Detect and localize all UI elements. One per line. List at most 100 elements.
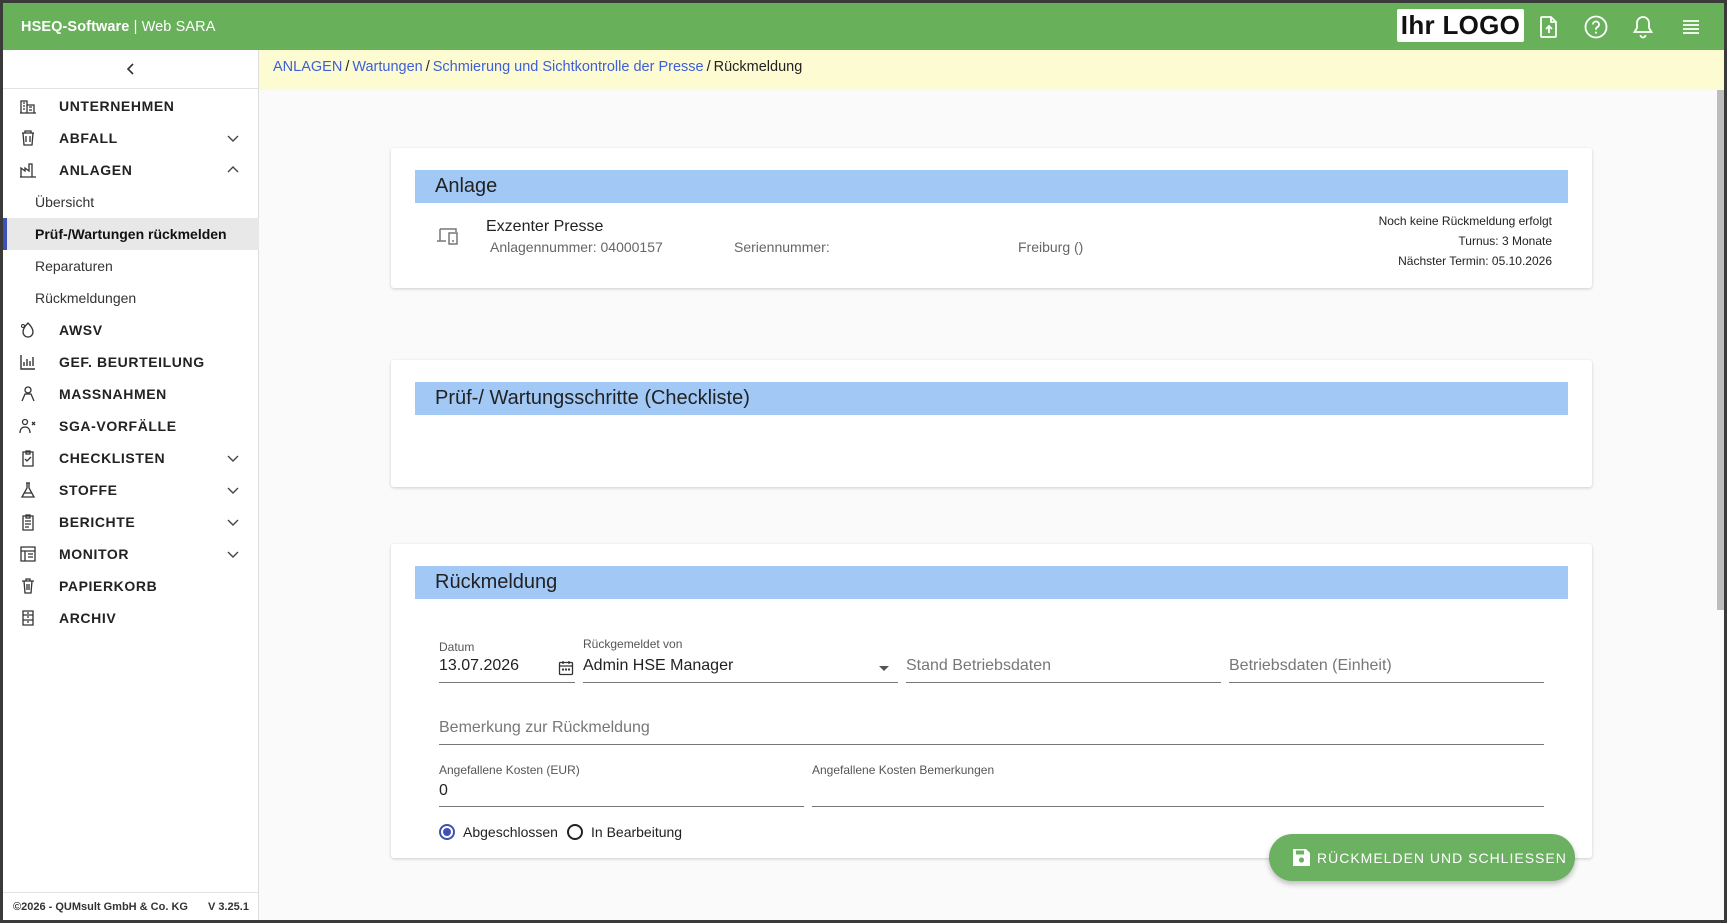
sidebar-item-massnahmen[interactable]: MASSNAHMEN <box>3 378 259 410</box>
sidebar-item-gef-beurteilung[interactable]: GEF. BEURTEILUNG <box>3 346 259 378</box>
sidebar-item-label: ANLAGEN <box>59 162 133 178</box>
sidebar-item-anlagen[interactable]: ANLAGEN <box>3 154 259 186</box>
sidebar-item-papierkorb[interactable]: PAPIERKORB <box>3 570 259 602</box>
chevron-down-icon <box>227 455 239 462</box>
sidebar: UNTERNEHMEN ABFALL ANLAGEN Übersicht Prü… <box>3 50 259 920</box>
footer-copyright: ©2026 - QUMsult GmbH & Co. KG <box>13 901 188 913</box>
reported-by-select[interactable]: Admin HSE Manager <box>583 657 733 675</box>
sidebar-item-stoffe[interactable]: STOFFE <box>3 474 259 506</box>
status-radio-in-progress[interactable]: In Bearbeitung <box>567 824 682 840</box>
breadcrumb-link-wartungen[interactable]: Wartungen <box>352 59 422 75</box>
sidebar-item-sga-vorfaelle[interactable]: SGA-VORFÄLLE <box>3 410 259 442</box>
sidebar-item-label: AWSV <box>59 322 103 338</box>
anlage-location: Freiburg () <box>1018 239 1084 255</box>
sidebar-item-archiv[interactable]: ARCHIV <box>3 602 259 634</box>
breadcrumb-current: Rückmeldung <box>713 59 803 75</box>
calendar-icon[interactable] <box>558 660 574 676</box>
operating-unit-field[interactable]: Betriebsdaten (Einheit) <box>1229 657 1392 675</box>
sidebar-item-label: PAPIERKORB <box>59 578 158 594</box>
anlage-status: Noch keine Rückmeldung erfolgt <box>1378 214 1552 228</box>
operating-data-field[interactable]: Stand Betriebsdaten <box>906 657 1051 675</box>
sidebar-item-label: BERICHTE <box>59 514 136 530</box>
main-content: Anlage Exzenter Presse Anlagennummer: 04… <box>259 90 1724 920</box>
menu-icon[interactable] <box>1678 14 1704 40</box>
sidebar-item-awsv[interactable]: AWSV <box>3 314 259 346</box>
sidebar-item-label: ABFALL <box>59 130 118 146</box>
checklist-heading: Prüf-/ Wartungsschritte (Checkliste) <box>415 382 1568 415</box>
anlage-name: Exzenter Presse <box>486 218 604 235</box>
flask-icon <box>20 482 36 498</box>
sidebar-item-unternehmen[interactable]: UNTERNEHMEN <box>3 90 259 122</box>
date-label: Datum <box>439 640 475 654</box>
sidebar-nav: UNTERNEHMEN ABFALL ANLAGEN Übersicht Prü… <box>3 90 259 634</box>
radio-unselected-icon <box>567 824 583 840</box>
submit-and-close-button[interactable]: RÜCKMELDEN UND SCHLIESSEN <box>1269 834 1575 881</box>
chevron-down-icon <box>227 519 239 526</box>
monitor-icon <box>20 546 36 562</box>
feedback-heading: Rückmeldung <box>415 566 1568 599</box>
sidebar-subitem-pruef-wartungen[interactable]: Prüf-/Wartungen rückmelden <box>3 218 259 250</box>
radio-done-label: Abgeschlossen <box>463 824 558 840</box>
trash-icon <box>22 578 34 594</box>
sidebar-item-label: MONITOR <box>59 546 130 562</box>
report-icon <box>22 514 34 531</box>
sidebar-item-label: GEF. BEURTEILUNG <box>59 354 205 370</box>
chevron-down-icon <box>227 551 239 558</box>
waste-icon <box>22 130 34 146</box>
remark-field[interactable]: Bemerkung zur Rückmeldung <box>439 719 650 737</box>
chevron-up-icon <box>227 166 239 173</box>
radio-progress-label: In Bearbeitung <box>591 824 683 840</box>
sidebar-item-label: ARCHIV <box>59 610 117 626</box>
chevron-down-icon <box>227 487 239 494</box>
feedback-card: Rückmeldung Datum 13.07.2026 Rückgemelde… <box>391 544 1592 858</box>
sidebar-item-label: CHECKLISTEN <box>59 450 166 466</box>
sidebar-item-berichte[interactable]: BERICHTE <box>3 506 259 538</box>
sidebar-item-label: STOFFE <box>59 482 118 498</box>
anlage-next-date: Nächster Termin: 05.10.2026 <box>1398 254 1552 268</box>
sidebar-subitem-rueckmeldungen[interactable]: Rückmeldungen <box>3 282 259 314</box>
brand-product: Web SARA <box>141 19 216 35</box>
radio-selected-icon <box>439 824 455 840</box>
sidebar-item-checklisten[interactable]: CHECKLISTEN <box>3 442 259 474</box>
measures-icon <box>21 386 35 402</box>
help-icon[interactable] <box>1583 14 1609 40</box>
checklist-icon <box>22 450 34 467</box>
brand-name: HSEQ-Software <box>21 19 130 35</box>
chevron-left-icon <box>126 63 134 75</box>
awsv-icon <box>20 322 34 338</box>
anlage-turnus: Turnus: 3 Monate <box>1458 234 1552 248</box>
archive-icon <box>22 610 34 626</box>
anlage-serial: Seriennummer: <box>734 239 830 255</box>
checklist-card: Prüf-/ Wartungsschritte (Checkliste) <box>391 360 1592 487</box>
breadcrumb-link-anlagen[interactable]: ANLAGEN <box>273 59 342 75</box>
sidebar-subitem-uebersicht[interactable]: Übersicht <box>3 186 259 218</box>
anlage-number: Anlagennummer: 04000157 <box>490 239 663 255</box>
risk-icon <box>20 355 35 370</box>
company-logo: Ihr LOGO <box>1397 9 1524 42</box>
reported-by-label: Rückgemeldet von <box>583 637 683 651</box>
dropdown-arrow-icon[interactable] <box>878 665 890 672</box>
submit-button-label: RÜCKMELDEN UND SCHLIESSEN <box>1317 850 1567 866</box>
footer-version: V 3.25.1 <box>207 901 249 913</box>
bell-icon[interactable] <box>1630 14 1656 40</box>
scrollbar[interactable] <box>1717 90 1724 610</box>
sidebar-item-monitor[interactable]: MONITOR <box>3 538 259 570</box>
incident-icon <box>19 418 36 434</box>
file-upload-icon[interactable] <box>1536 14 1562 40</box>
status-radio-done[interactable]: Abgeschlossen <box>439 824 558 840</box>
cost-field[interactable]: 0 <box>439 782 448 800</box>
sidebar-collapse-button[interactable] <box>3 50 259 89</box>
anlage-card: Anlage Exzenter Presse Anlagennummer: 04… <box>391 148 1592 288</box>
breadcrumb-link-wartung[interactable]: Schmierung und Sichtkontrolle der Presse <box>433 59 704 75</box>
sidebar-item-label: MASSNAHMEN <box>59 386 167 402</box>
device-icon <box>437 228 458 245</box>
date-field[interactable]: 13.07.2026 <box>439 657 519 675</box>
sidebar-subitem-reparaturen[interactable]: Reparaturen <box>3 250 259 282</box>
sidebar-item-label: SGA-VORFÄLLE <box>59 418 177 434</box>
app-brand: HSEQ-Software | Web SARA <box>21 19 215 35</box>
sidebar-item-label: UNTERNEHMEN <box>59 98 175 114</box>
top-bar: HSEQ-Software | Web SARA Ihr LOGO <box>3 3 1724 50</box>
sidebar-item-abfall[interactable]: ABFALL <box>3 122 259 154</box>
breadcrumb: ANLAGEN / Wartungen / Schmierung und Sichtko… <box>259 50 1724 90</box>
anlage-heading: Anlage <box>415 170 1568 203</box>
